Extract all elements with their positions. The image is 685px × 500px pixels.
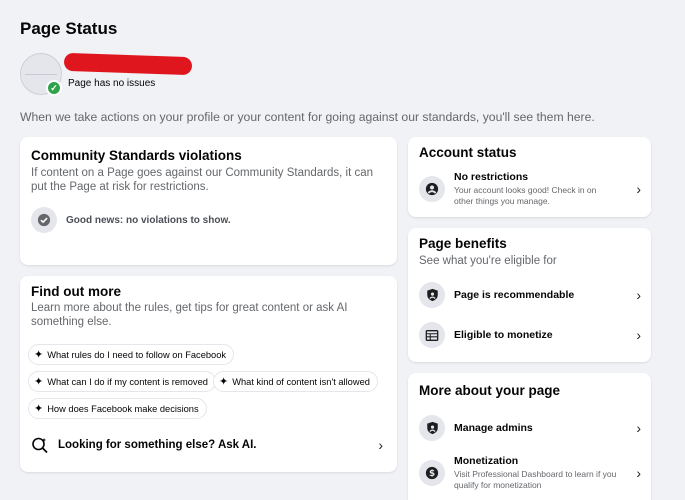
card-title: Community Standards violations <box>31 148 242 163</box>
chevron-right-icon: › <box>636 420 641 436</box>
card-title: Page benefits <box>419 236 507 251</box>
benefit-monetize[interactable]: Eligible to monetize › <box>419 322 641 348</box>
row-title: Manage admins <box>454 422 533 434</box>
ask-ai-label: Looking for something else? Ask AI. <box>58 439 257 451</box>
account-status-card: Account status No restrictions Your acco… <box>408 137 651 217</box>
suggestion-chip[interactable]: ✦ What kind of content isn't allowed <box>213 371 378 392</box>
dollar-icon: $ <box>419 460 445 486</box>
chevron-right-icon: › <box>636 327 641 343</box>
card-title: More about your page <box>419 383 561 398</box>
chevron-right-icon: › <box>636 181 641 197</box>
page-profile: ✓ The Page has no issues <box>20 52 420 97</box>
row-subtitle: Visit Professional Dashboard to learn if… <box>454 469 617 490</box>
row-subtitle: Your account looks good! Check in on oth… <box>454 185 597 206</box>
monetization-row[interactable]: $ Monetization Visit Professional Dashbo… <box>419 455 641 491</box>
chevron-right-icon: › <box>378 437 383 453</box>
ask-ai-button[interactable]: Looking for something else? Ask AI. › <box>31 436 383 454</box>
card-description: If content on a Page goes against our Co… <box>31 167 374 193</box>
benefit-label: Eligible to monetize <box>454 329 553 341</box>
violations-status-text: Good news: no violations to show. <box>66 214 231 226</box>
card-title: Account status <box>419 145 517 160</box>
community-standards-card: Community Standards violations If conten… <box>20 137 397 265</box>
ledger-icon <box>419 322 445 348</box>
chevron-right-icon: › <box>636 465 641 481</box>
find-out-more-card: Find out more Learn more about the rules… <box>20 276 397 472</box>
page-title: Page Status <box>20 19 118 38</box>
card-description: Learn more about the rules, get tips for… <box>31 302 348 328</box>
check-icon: ✓ <box>46 80 62 96</box>
violations-status: Good news: no violations to show. <box>31 207 231 233</box>
intro-text: When we take actions on your profile or … <box>20 110 595 124</box>
benefit-label: Page is recommendable <box>454 289 575 301</box>
benefit-recommendable[interactable]: Page is recommendable › <box>419 282 641 308</box>
user-icon <box>419 176 445 202</box>
suggestion-chip[interactable]: ✦ What rules do I need to follow on Face… <box>28 344 235 365</box>
suggestion-chip[interactable]: ✦ What can I do if my content is removed <box>28 371 216 392</box>
check-circle-icon <box>31 207 57 233</box>
manage-admins-row[interactable]: Manage admins › <box>419 415 641 441</box>
sparkle-icon: ✦ <box>219 376 229 388</box>
more-about-page-card: More about your page Manage admins › $ M… <box>408 373 651 500</box>
row-title: No restrictions <box>454 171 529 183</box>
page-status-text: Page has no issues <box>68 78 156 89</box>
row-title: Monetization <box>454 455 519 467</box>
account-status-row[interactable]: No restrictions Your account looks good!… <box>419 171 641 207</box>
chevron-right-icon: › <box>636 287 641 303</box>
page-benefits-card: Page benefits See what you're eligible f… <box>408 228 651 362</box>
sparkle-icon: ✦ <box>34 349 44 361</box>
shield-icon <box>419 282 445 308</box>
card-title: Find out more <box>31 284 121 299</box>
sparkle-icon: ✦ <box>34 403 44 415</box>
ai-search-icon <box>31 436 51 454</box>
svg-text:$: $ <box>429 469 435 479</box>
card-subtitle: See what you're eligible for <box>419 255 557 267</box>
sparkle-icon: ✦ <box>34 376 44 388</box>
shield-icon <box>419 415 445 441</box>
suggestion-chip[interactable]: ✦ How does Facebook make decisions <box>28 398 207 419</box>
